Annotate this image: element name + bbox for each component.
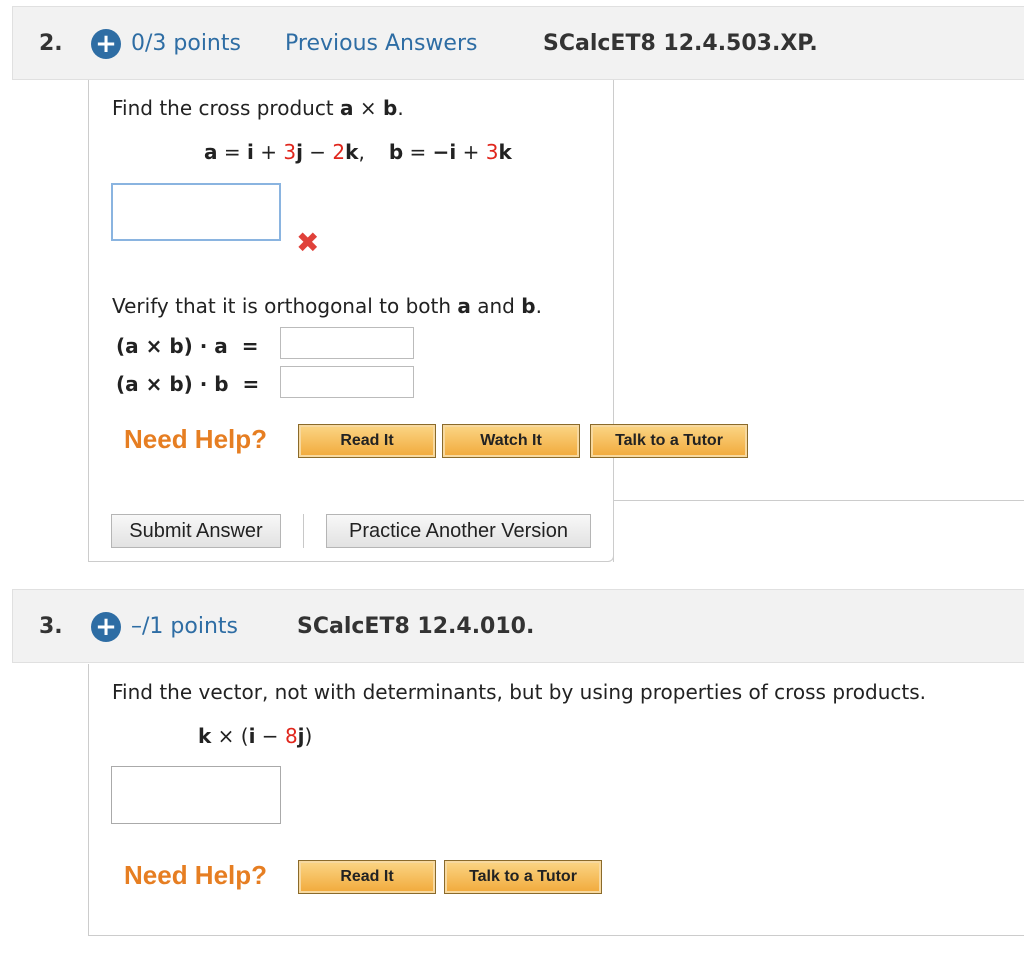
- dot-a-label: (a × b) · a =: [116, 334, 259, 358]
- expand-plus-icon[interactable]: +: [91, 29, 121, 59]
- cross-product-answer-input[interactable]: [111, 183, 281, 241]
- question-2-body-right-line: [613, 500, 1024, 501]
- vector-answer-input[interactable]: [111, 766, 281, 824]
- need-help-label: Need Help?: [124, 860, 268, 890]
- dot-a-input[interactable]: [280, 327, 414, 359]
- question-2-prompt: Find the cross product a × b.: [112, 96, 404, 120]
- question-2-body-right-edge: [613, 500, 614, 562]
- dot-b-input[interactable]: [280, 366, 414, 398]
- question-code: SCalcET8 12.4.010.: [297, 614, 535, 639]
- question-3-header: 3. + –/1 points SCalcET8 12.4.010.: [12, 589, 1024, 663]
- previous-answers-link[interactable]: Previous Answers: [285, 31, 477, 56]
- submit-answer-button[interactable]: Submit Answer: [111, 514, 281, 548]
- question-code: SCalcET8 12.4.503.XP.: [543, 31, 818, 56]
- question-3-expression: k × (i − 8j): [198, 724, 313, 748]
- expand-plus-icon[interactable]: +: [91, 612, 121, 642]
- question-2-header: 2. + 0/3 points Previous Answers SCalcET…: [12, 6, 1024, 80]
- verify-prompt: Verify that it is orthogonal to both a a…: [112, 294, 542, 318]
- button-separator: [303, 514, 304, 548]
- points-link[interactable]: 0/3 points: [131, 31, 241, 56]
- practice-another-version-button[interactable]: Practice Another Version: [326, 514, 591, 548]
- dot-b-label: (a × b) · b =: [116, 372, 260, 396]
- watch-it-button[interactable]: Watch It: [442, 424, 580, 458]
- talk-to-tutor-button[interactable]: Talk to a Tutor: [590, 424, 748, 458]
- question-2-equation: a = i + 3j − 2k, b = −i + 3k: [204, 140, 512, 164]
- read-it-button[interactable]: Read It: [298, 424, 436, 458]
- question-number: 2.: [39, 31, 63, 56]
- question-number: 3.: [39, 614, 63, 639]
- question-3-prompt: Find the vector, not with determinants, …: [112, 680, 927, 704]
- read-it-button[interactable]: Read It: [298, 860, 436, 894]
- incorrect-x-icon: ✖: [296, 226, 320, 259]
- points-link[interactable]: –/1 points: [131, 614, 238, 639]
- talk-to-tutor-button[interactable]: Talk to a Tutor: [444, 860, 602, 894]
- need-help-label: Need Help?: [124, 424, 268, 454]
